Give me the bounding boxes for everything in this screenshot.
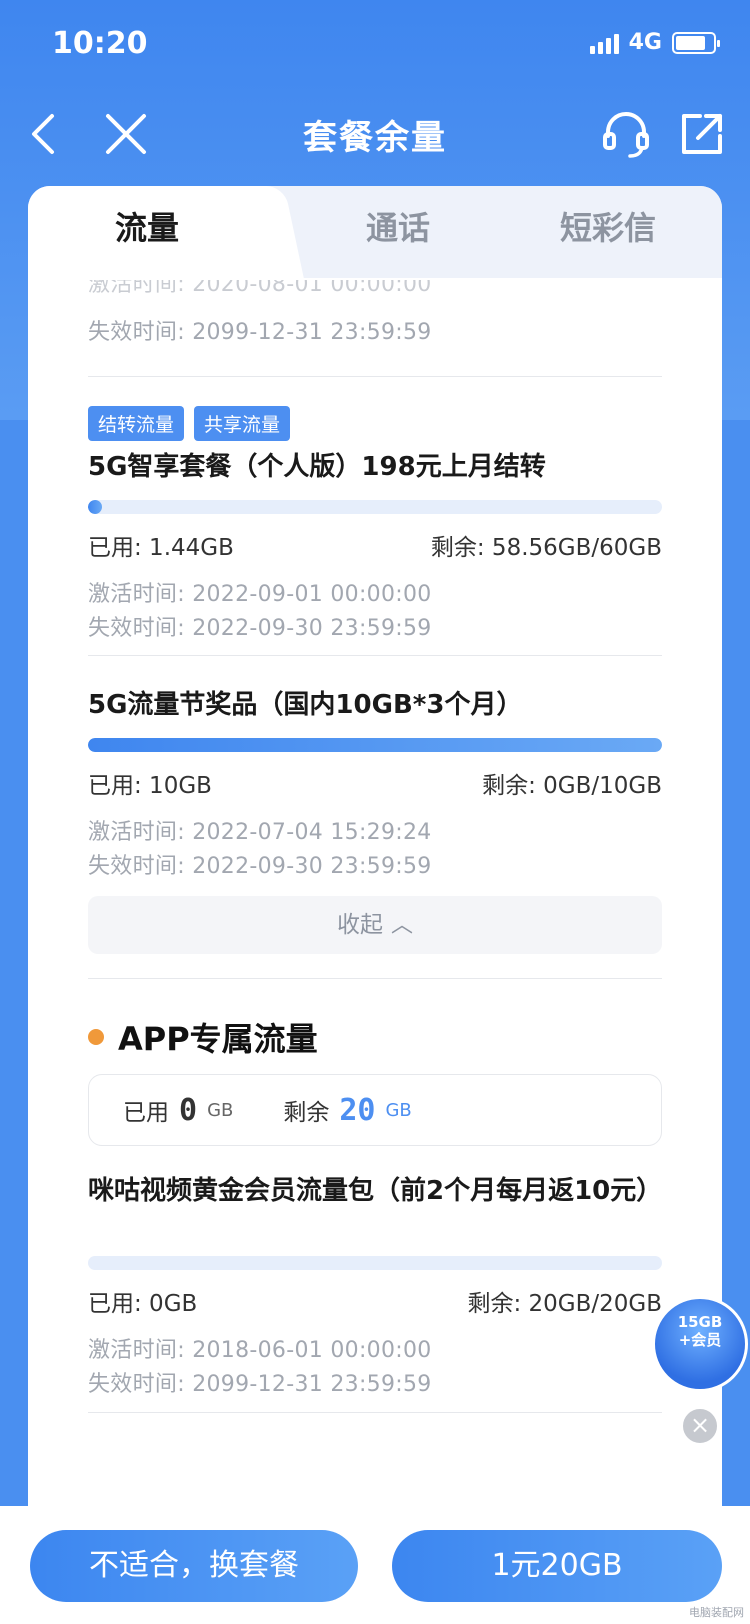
usage-bar bbox=[88, 738, 662, 752]
data-list[interactable]: 激活时间: 2020-08-01 00:00:00 失效时间: 2099-12-… bbox=[28, 278, 722, 1506]
app-remain-value: 20 bbox=[339, 1092, 376, 1128]
share-icon[interactable] bbox=[674, 106, 730, 162]
collapse-label: 收起 bbox=[336, 912, 383, 938]
chevron-up-icon: ︿ bbox=[390, 913, 413, 938]
divider bbox=[88, 978, 662, 979]
package-name: 5G流量节奖品（国内10GB*3个月） bbox=[88, 690, 523, 720]
package-name: 咪咕视频黄金会员流量包（前2个月每月返10元） bbox=[88, 1176, 663, 1206]
divider bbox=[88, 1412, 662, 1413]
tab-sms[interactable]: 短彩信 bbox=[508, 186, 708, 278]
expire-time: 失效时间: 2099-12-31 23:59:59 bbox=[88, 320, 432, 345]
change-plan-button[interactable]: 不适合，换套餐 bbox=[30, 1530, 358, 1602]
package-tags: 结转流量 共享流量 bbox=[88, 406, 291, 441]
usage-bar bbox=[88, 500, 662, 514]
collapse-button[interactable]: 收起 ︿ bbox=[88, 896, 662, 954]
battery-icon bbox=[672, 31, 720, 54]
promo-close-icon[interactable]: × bbox=[680, 1406, 720, 1446]
app-used-unit: GB bbox=[207, 1099, 234, 1121]
app-used-label: 已用 bbox=[123, 1100, 169, 1126]
customer-service-icon[interactable] bbox=[598, 106, 654, 162]
tab-calls[interactable]: 通话 bbox=[298, 186, 498, 278]
section-title-app: APP专属流量 bbox=[88, 1014, 318, 1060]
nav-bar: 套餐余量 bbox=[0, 92, 750, 176]
remaining-amount: 剩余: 0GB/10GB bbox=[482, 773, 662, 799]
app-summary-box: 已用 0 GB 剩余 20 GB bbox=[88, 1074, 662, 1146]
orange-dot-icon bbox=[88, 1029, 104, 1045]
package-name: 5G智享套餐（个人版）198元上月结转 bbox=[88, 452, 546, 482]
tab-bar: 流量 通话 短彩信 bbox=[28, 186, 722, 278]
promo-line-1: 15GB bbox=[677, 1313, 723, 1331]
status-time: 10:20 bbox=[52, 26, 148, 61]
activate-time: 激活时间: 2022-09-01 00:00:00 bbox=[88, 582, 432, 607]
app-remain-unit: GB bbox=[385, 1099, 412, 1121]
promo-line-2: +会员 bbox=[678, 1331, 722, 1349]
balance-card: 流量 通话 短彩信 激活时间: 2020-08-01 00:00:00 失效时间… bbox=[28, 186, 722, 1506]
used-amount: 已用: 10GB bbox=[88, 773, 212, 799]
app-used-value: 0 bbox=[179, 1092, 198, 1128]
status-bar: 10:20 4G bbox=[0, 0, 750, 92]
expire-time: 失效时间: 2099-12-31 23:59:59 bbox=[88, 1372, 432, 1397]
section-title-text: APP专属流量 bbox=[118, 1020, 318, 1058]
signal-icon bbox=[589, 32, 619, 54]
divider bbox=[88, 376, 662, 377]
status-indicators: 4G bbox=[589, 30, 720, 55]
tag-carryover: 结转流量 bbox=[88, 406, 185, 441]
used-amount: 已用: 0GB bbox=[88, 1291, 198, 1317]
usage-bar-fill bbox=[88, 738, 662, 752]
expire-time: 失效时间: 2022-09-30 23:59:59 bbox=[88, 616, 432, 641]
app-remain-label: 剩余 bbox=[283, 1100, 330, 1126]
remaining-amount: 剩余: 20GB/20GB bbox=[467, 1291, 662, 1317]
divider bbox=[88, 655, 662, 656]
watermark: 电脑装配网 bbox=[689, 1606, 744, 1619]
tab-data[interactable]: 流量 bbox=[28, 186, 266, 278]
tag-shared: 共享流量 bbox=[194, 406, 291, 441]
activate-time: 激活时间: 2018-06-01 00:00:00 bbox=[88, 1338, 432, 1363]
activate-time: 激活时间: 2022-07-04 15:29:24 bbox=[88, 820, 432, 845]
promo-badge[interactable]: 15GB +会员 bbox=[652, 1296, 748, 1392]
used-amount: 已用: 1.44GB bbox=[88, 535, 234, 561]
bottom-action-bar: 不适合，换套餐 1元20GB 电脑装配网 bbox=[0, 1506, 750, 1624]
expire-time: 失效时间: 2022-09-30 23:59:59 bbox=[88, 854, 432, 879]
usage-bar-fill bbox=[88, 500, 102, 514]
usage-bar bbox=[88, 1256, 662, 1270]
remaining-amount: 剩余: 58.56GB/60GB bbox=[430, 535, 662, 561]
activate-time-partial: 激活时间: 2020-08-01 00:00:00 bbox=[88, 280, 432, 294]
buy-data-button[interactable]: 1元20GB bbox=[392, 1530, 722, 1602]
network-type: 4G bbox=[628, 30, 662, 55]
